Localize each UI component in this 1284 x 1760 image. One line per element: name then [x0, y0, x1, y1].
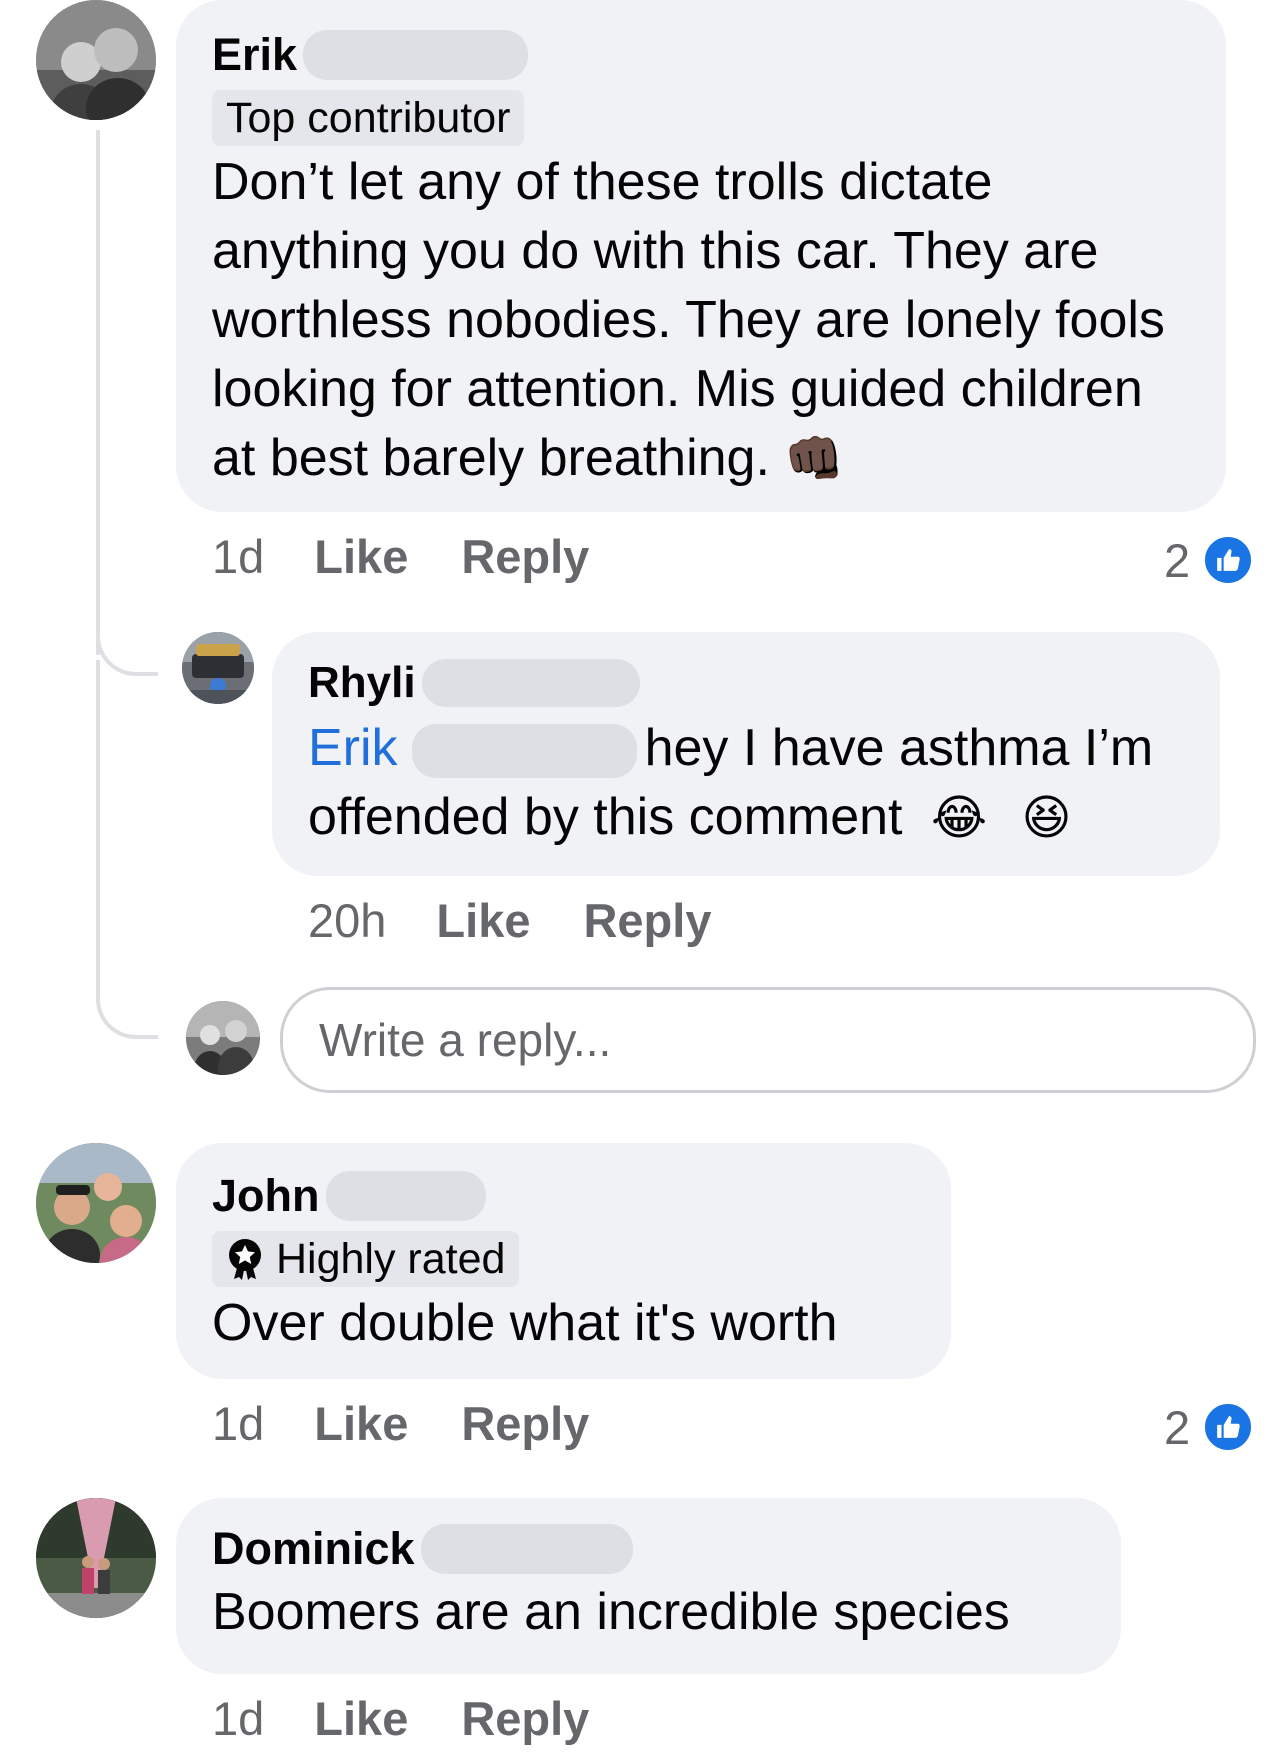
- comment-author[interactable]: John: [212, 1169, 320, 1223]
- write-reply-placeholder: Write a reply...: [319, 1014, 612, 1066]
- comment-actions-john: 1d Like Reply: [212, 1393, 642, 1453]
- comment-actions-dominick: 1d Like Reply: [212, 1688, 642, 1748]
- comment-bubble-dominick: Dominick Boomers are an incredible speci…: [176, 1498, 1121, 1674]
- comment-text-content: Over double what it's worth: [212, 1294, 838, 1352]
- comment-bubble-rhyli: Rhyli Erik hey I have asthma I’m offended…: [272, 632, 1220, 876]
- write-reply-input[interactable]: Write a reply...: [280, 987, 1256, 1093]
- thumbs-up-icon: [1202, 1401, 1255, 1453]
- comment-text: Over double what it's worth: [212, 1289, 915, 1358]
- comment-author[interactable]: Erik: [212, 28, 297, 82]
- reply-timestamp[interactable]: 20h: [308, 893, 386, 948]
- thread-elbow-reply-box: [96, 660, 158, 1039]
- reaction-count-john[interactable]: 2: [1164, 1397, 1255, 1457]
- reply-button[interactable]: Reply: [461, 1691, 589, 1746]
- fist-emoji-icon: 👊🏿: [784, 433, 845, 486]
- like-button[interactable]: Like: [436, 893, 530, 948]
- comment-timestamp[interactable]: 1d: [212, 529, 264, 584]
- grinning-squint-emoji-icon: 😆: [1021, 792, 1072, 845]
- reply-text-line2: offended by this comment: [308, 788, 903, 846]
- thumbs-up-icon: [1202, 534, 1255, 586]
- comment-bubble-erik: Erik Top contributor Don’t let any of th…: [176, 0, 1226, 512]
- redacted-name: [325, 1171, 486, 1221]
- comment-text-content: Boomers are an incredible species: [212, 1583, 1010, 1641]
- redacted-mention: [411, 724, 637, 779]
- comment-text: Boomers are an incredible species: [212, 1578, 1085, 1647]
- reply-button[interactable]: Reply: [583, 893, 711, 948]
- reply-text: Erik hey I have asthma I’m offended by th…: [308, 714, 1184, 853]
- badge-label: Highly rated: [276, 1235, 506, 1283]
- thread-connector: [96, 130, 100, 655]
- redacted-name: [303, 30, 529, 80]
- mention-erik[interactable]: Erik: [308, 719, 398, 777]
- top-contributor-badge: Top contributor: [212, 90, 525, 146]
- avatar-john[interactable]: [36, 1143, 156, 1263]
- reply-button[interactable]: Reply: [461, 1396, 589, 1451]
- highly-rated-badge: Highly rated: [212, 1231, 520, 1287]
- current-user-avatar: [186, 1001, 260, 1075]
- avatar-rhyli[interactable]: [182, 632, 254, 704]
- comment-text: Don’t let any of these trolls dictate an…: [212, 148, 1190, 494]
- reply-button[interactable]: Reply: [461, 529, 589, 584]
- redacted-name: [420, 1524, 633, 1574]
- reaction-count-number: 2: [1164, 533, 1191, 587]
- reply-actions-rhyli: 20h Like Reply: [308, 890, 764, 950]
- like-button[interactable]: Like: [314, 529, 408, 584]
- comment-author[interactable]: Dominick: [212, 1522, 415, 1576]
- reply-text-line1: hey I have asthma I’m: [644, 719, 1154, 777]
- avatar-erik[interactable]: [36, 0, 156, 120]
- like-button[interactable]: Like: [314, 1691, 408, 1746]
- badge-label: Top contributor: [226, 94, 511, 142]
- reaction-count-erik[interactable]: 2: [1164, 530, 1255, 590]
- laughing-tears-emoji-icon: 😂: [930, 792, 988, 845]
- reaction-count-number: 2: [1164, 1400, 1191, 1454]
- like-button[interactable]: Like: [314, 1396, 408, 1451]
- comment-timestamp[interactable]: 1d: [212, 1691, 264, 1746]
- comment-text-content: Don’t let any of these trolls dictate an…: [212, 153, 1165, 487]
- award-ribbon-icon: [226, 1238, 264, 1280]
- comment-timestamp[interactable]: 1d: [212, 1396, 264, 1451]
- comment-actions-erik: 1d Like Reply: [212, 526, 642, 586]
- avatar-dominick[interactable]: [36, 1498, 156, 1618]
- comment-bubble-john: John Highly rated Over double what it's …: [176, 1143, 951, 1379]
- redacted-name: [421, 659, 640, 707]
- reply-author[interactable]: Rhyli: [308, 656, 416, 710]
